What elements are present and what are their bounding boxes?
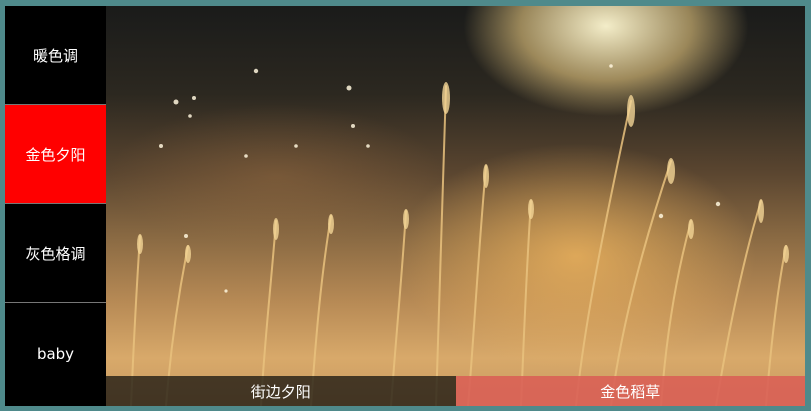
sunset-grass-photo [106,6,805,406]
caption-label: 金色稻草 [600,382,661,401]
sidebar-item-label: 灰色格调 [25,244,86,263]
grass-illustration [130,64,789,406]
category-sidebar: 暖色调 金色夕阳 灰色格调 baby [5,6,106,406]
sidebar-item-warm-tone[interactable]: 暖色调 [5,6,106,105]
caption-label: 街边夕阳 [250,382,311,401]
sidebar-item-gray-style[interactable]: 灰色格调 [5,204,106,303]
sidebar-item-label: 暖色调 [32,46,78,65]
sidebar-item-label: baby [36,344,75,363]
caption-street-sunset[interactable]: 街边夕阳 [106,376,456,406]
slideshow-frame: 暖色调 金色夕阳 灰色格调 baby 街边夕阳 金色稻草 [5,6,805,406]
sidebar-item-label: 金色夕阳 [25,145,86,164]
sidebar-item-baby[interactable]: baby [5,303,106,404]
caption-bar: 街边夕阳 金色稻草 [106,376,805,406]
image-stage: 街边夕阳 金色稻草 [106,6,805,406]
sidebar-item-golden-sunset[interactable]: 金色夕阳 [5,105,106,204]
caption-golden-straw[interactable]: 金色稻草 [455,376,805,406]
